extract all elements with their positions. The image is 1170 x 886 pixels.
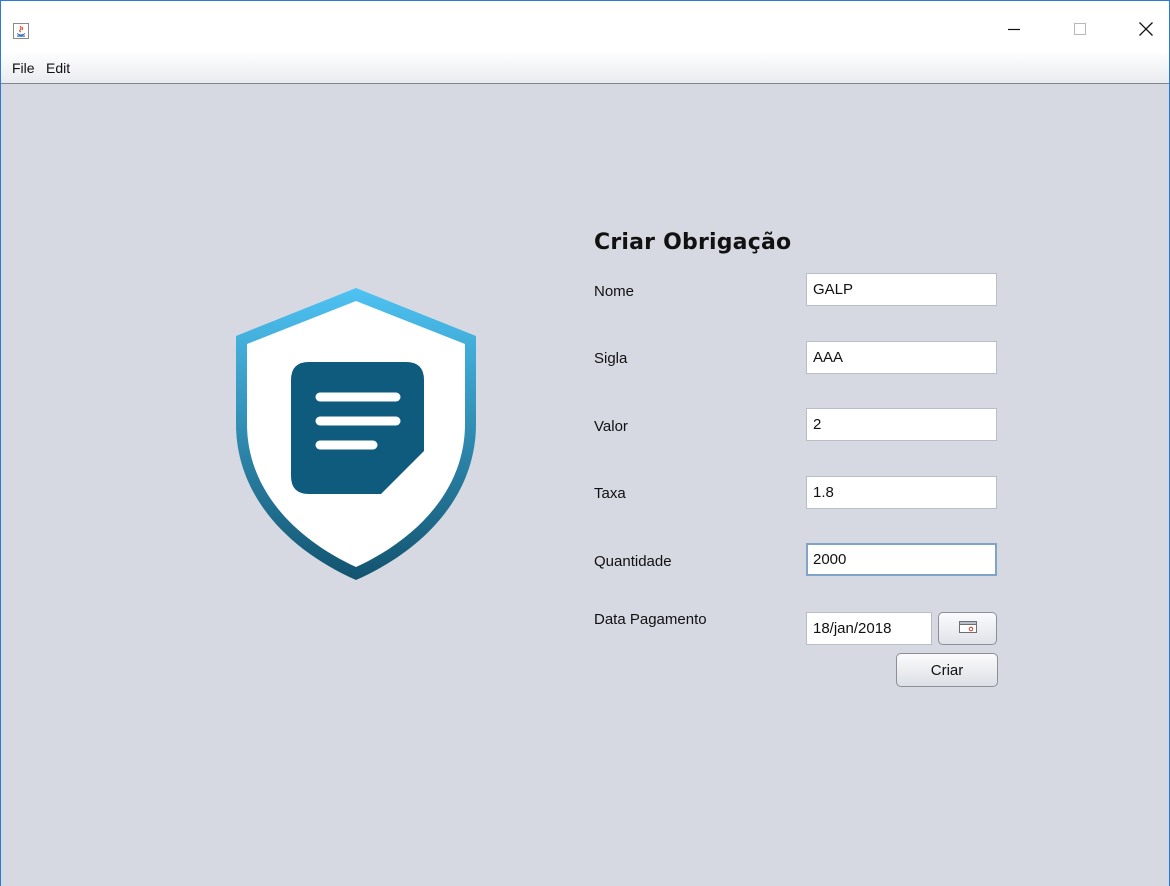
form-title: Criar Obrigação xyxy=(594,230,792,255)
close-icon xyxy=(1139,21,1153,41)
criar-button[interactable]: Criar xyxy=(896,653,998,687)
label-data-pagamento: Data Pagamento xyxy=(594,611,707,628)
shield-document-icon xyxy=(231,284,481,584)
quantidade-input[interactable] xyxy=(806,543,997,576)
sigla-input[interactable] xyxy=(806,341,997,374)
label-valor: Valor xyxy=(594,418,628,435)
title-bar[interactable] xyxy=(1,1,1169,51)
app-window: File Edit Criar Obrigação Nome Sigla Val… xyxy=(0,0,1170,886)
calendar-button[interactable] xyxy=(938,612,997,645)
java-coffee-icon[interactable] xyxy=(13,23,29,39)
maximize-icon xyxy=(1074,22,1086,40)
close-button[interactable] xyxy=(1123,15,1169,47)
calendar-icon xyxy=(958,620,977,638)
menu-edit[interactable]: Edit xyxy=(46,60,70,76)
label-nome: Nome xyxy=(594,283,635,300)
minimize-button[interactable] xyxy=(991,15,1037,47)
taxa-input[interactable] xyxy=(806,476,997,509)
data-pagamento-input[interactable] xyxy=(806,612,932,645)
label-quantidade: Quantidade xyxy=(594,553,672,570)
minimize-icon xyxy=(1008,22,1020,40)
valor-input[interactable] xyxy=(806,408,997,441)
label-taxa: Taxa xyxy=(594,485,626,502)
label-sigla: Sigla xyxy=(594,350,628,367)
menu-file[interactable]: File xyxy=(12,60,35,76)
menu-bar: File Edit xyxy=(1,51,1169,84)
nome-input[interactable] xyxy=(806,273,997,306)
maximize-button[interactable] xyxy=(1057,15,1103,47)
